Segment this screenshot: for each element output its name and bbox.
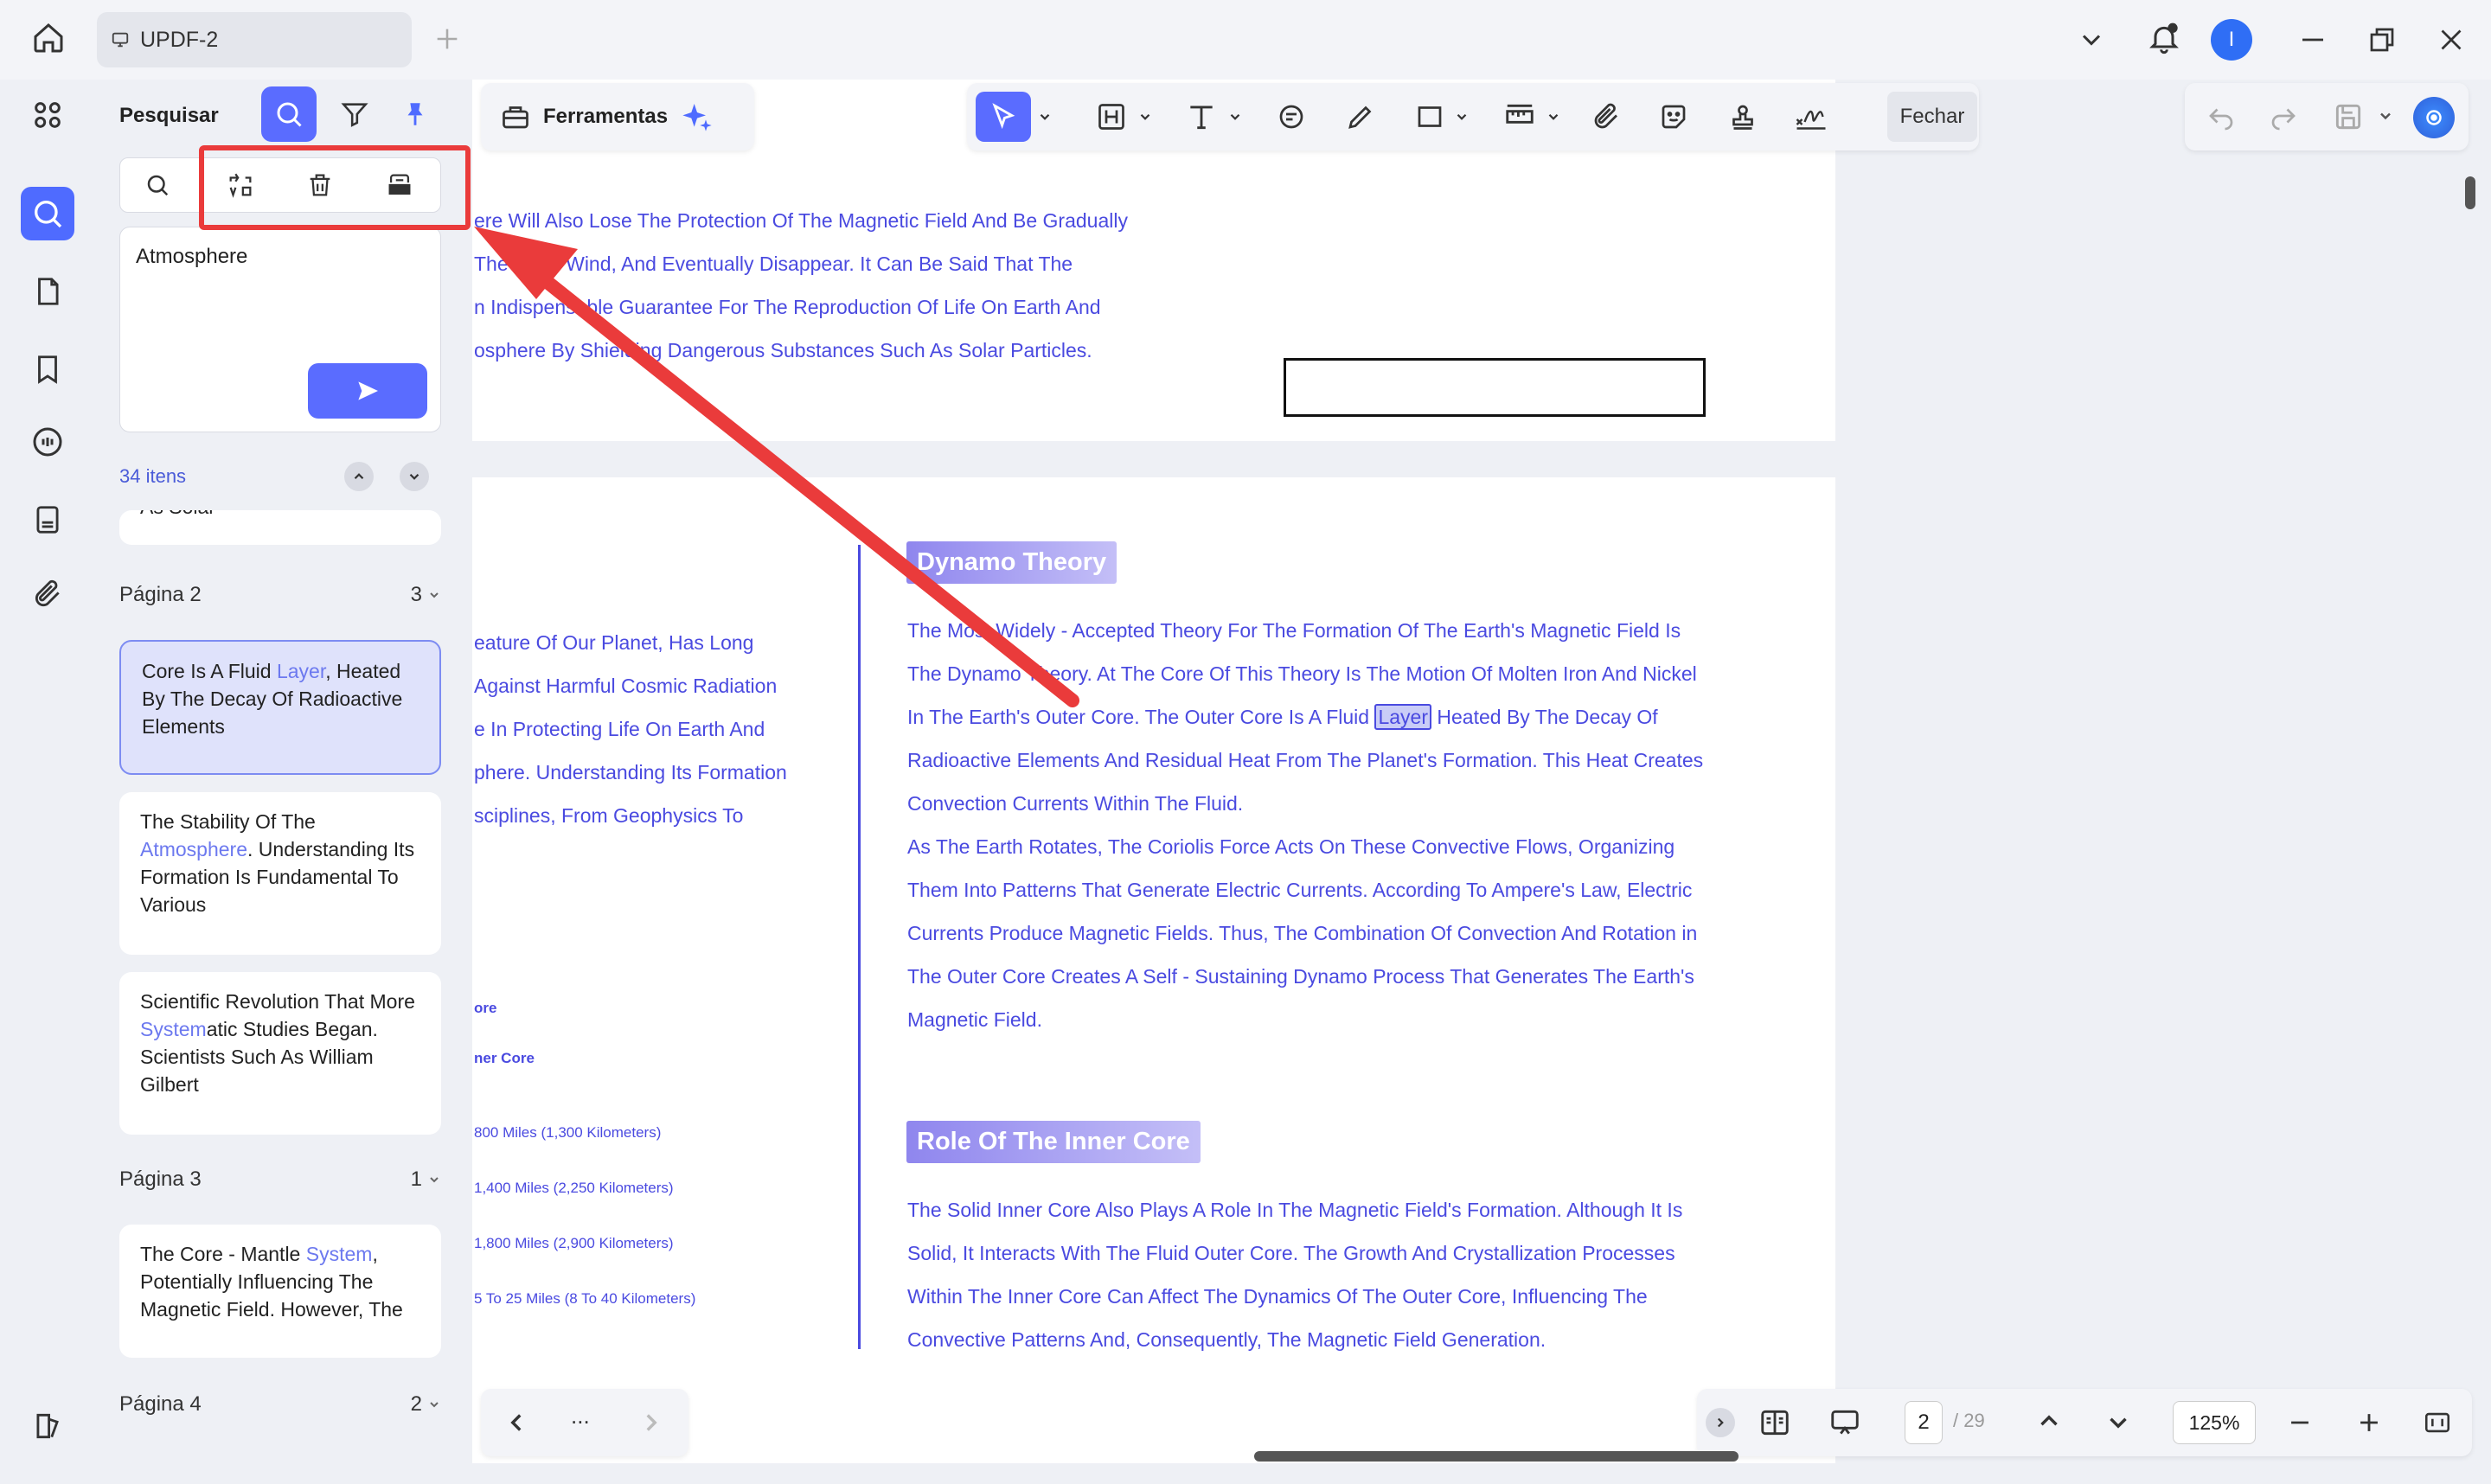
arrow-annotation: [474, 227, 1079, 707]
